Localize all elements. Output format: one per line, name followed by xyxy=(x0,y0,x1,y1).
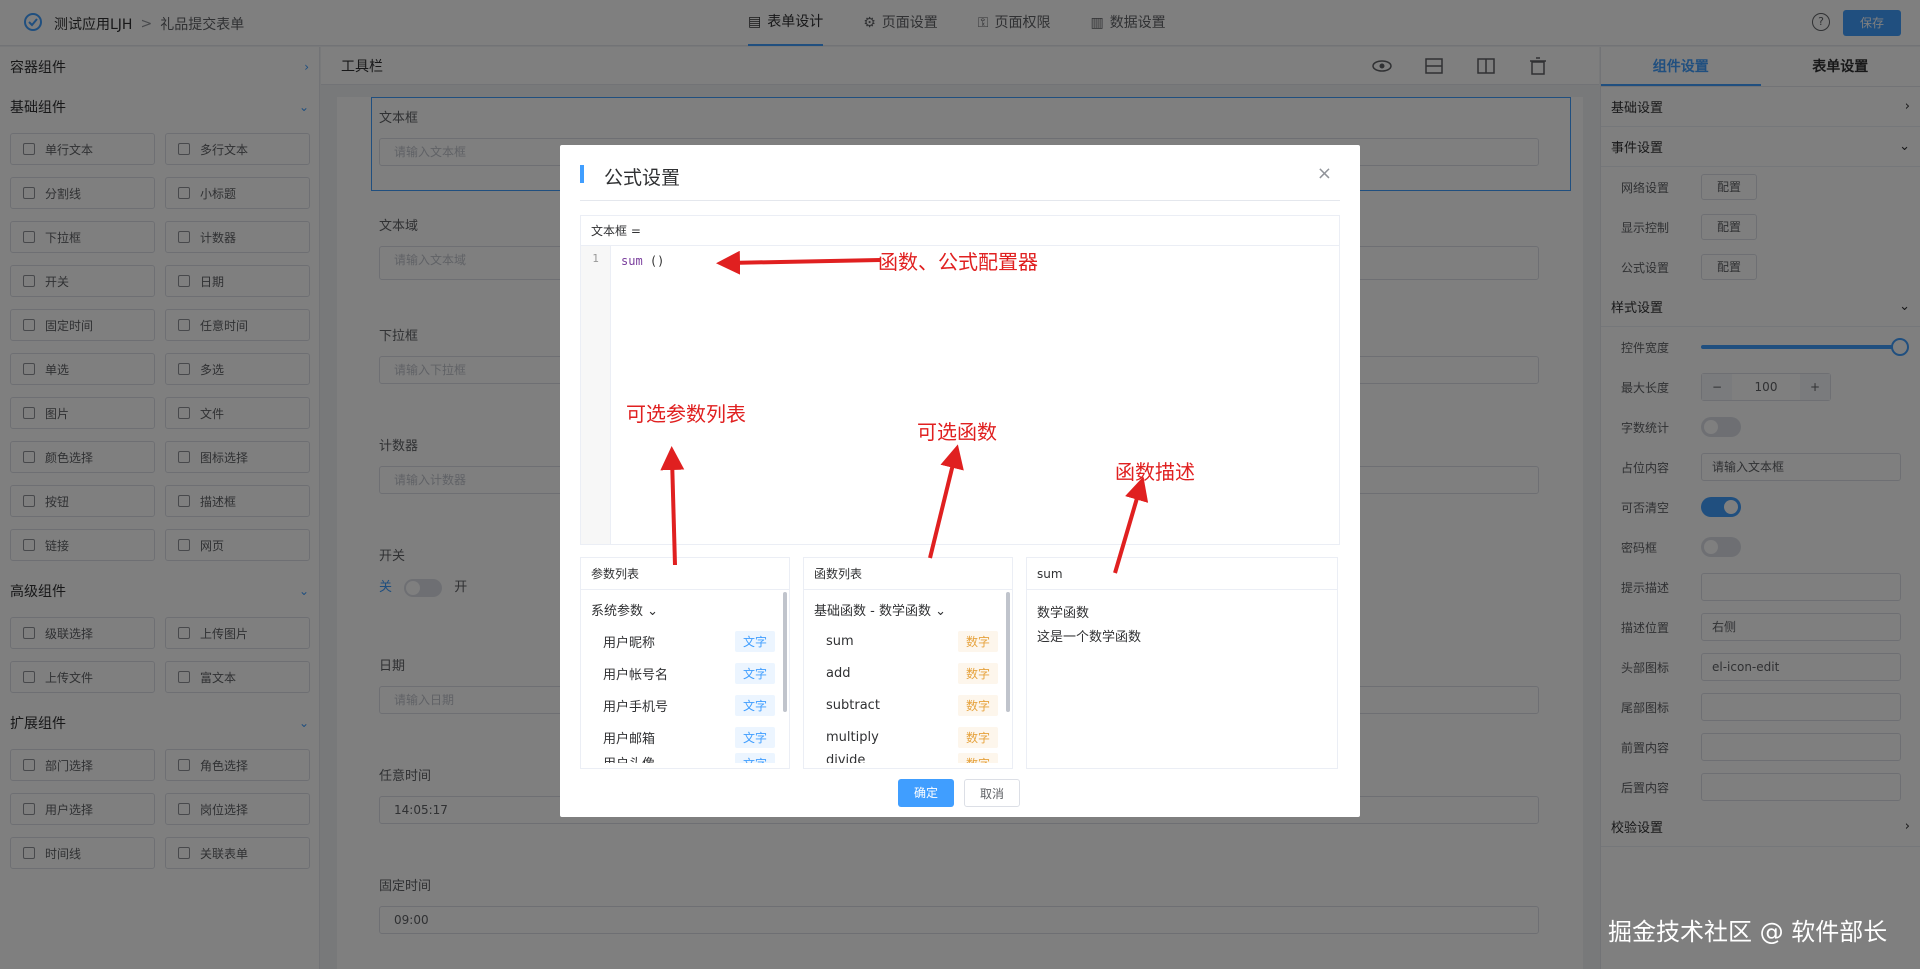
param-item[interactable]: 用户手机号 文字 xyxy=(581,689,789,721)
scrollbar[interactable] xyxy=(783,592,787,712)
param-item[interactable]: 用户邮箱 文字 xyxy=(581,721,789,753)
type-tag: 文字 xyxy=(734,694,775,716)
description-text: 这是一个数学函数 xyxy=(1037,630,1142,645)
type-tag: 数字 xyxy=(957,630,998,652)
group-label: 系统参数 xyxy=(591,604,644,619)
type-tag: 文字 xyxy=(734,753,775,763)
close-icon[interactable]: × xyxy=(1317,163,1332,184)
params-panel: 参数列表 系统参数 ⌄ 用户昵称 文字 用户帐号名 文字 用户手机号 文字 用户邮箱文… xyxy=(580,557,790,769)
panel-title: 函数列表 xyxy=(804,558,1012,590)
description-category: 数学函数 xyxy=(1037,606,1090,621)
type-tag: 数字 xyxy=(957,726,998,748)
confirm-button[interactable]: 确定 xyxy=(898,779,954,807)
panel-title: 参数列表 xyxy=(581,558,789,590)
param-item[interactable]: 用户头像 文字 xyxy=(581,753,789,763)
type-tag: 数字 xyxy=(957,662,998,684)
type-tag: 文字 xyxy=(734,726,775,748)
title-accent xyxy=(580,165,584,183)
function-item[interactable]: subtract 数字 xyxy=(804,689,1012,721)
panel-title: sum xyxy=(1027,558,1337,590)
function-name: subtract xyxy=(826,697,880,713)
param-name: 用户头像 xyxy=(603,753,655,763)
function-item[interactable]: add 数字 xyxy=(804,657,1012,689)
cancel-button[interactable]: 取消 xyxy=(964,779,1020,807)
type-tag: 数字 xyxy=(957,694,998,716)
function-item[interactable]: divide 数字 xyxy=(804,753,1012,763)
param-name: 用户昵称 xyxy=(603,635,656,651)
code-function: sum xyxy=(621,254,643,268)
annotation-editor: 函数、公式配置器 xyxy=(878,250,1038,274)
param-item[interactable]: 用户昵称 文字 xyxy=(581,625,789,657)
functions-panel: 函数列表 基础函数 - 数学函数 ⌄ sum 数字 add 数字 subtract 数… xyxy=(803,557,1013,769)
expression-target-label: 文本框 = xyxy=(580,215,1340,245)
dialog-header: 公式设置 × xyxy=(580,145,1340,201)
function-name: multiply xyxy=(826,729,879,745)
annotation-desc: 函数描述 xyxy=(1115,460,1195,484)
group-label: 基础函数 - 数学函数 xyxy=(814,604,931,619)
param-name: 用户手机号 xyxy=(603,699,669,715)
code-line[interactable]: sum () xyxy=(621,254,664,268)
description-panel: sum 数学函数 这是一个数学函数 xyxy=(1026,557,1338,769)
param-item[interactable]: 用户帐号名 文字 xyxy=(581,657,789,689)
function-description: 数学函数 这是一个数学函数 xyxy=(1027,590,1337,662)
chevron-down-icon: ⌄ xyxy=(647,604,659,619)
line-number: 1 xyxy=(581,246,611,544)
scrollbar[interactable] xyxy=(1006,592,1010,712)
function-item[interactable]: multiply 数字 xyxy=(804,721,1012,753)
annotation-funcs: 可选函数 xyxy=(917,420,997,444)
functions-group[interactable]: 基础函数 - 数学函数 ⌄ xyxy=(804,590,1012,625)
type-tag: 文字 xyxy=(734,630,775,652)
type-tag: 文字 xyxy=(734,662,775,684)
params-group[interactable]: 系统参数 ⌄ xyxy=(581,590,789,625)
annotation-params: 可选参数列表 xyxy=(626,402,746,426)
formula-code-editor[interactable]: 1 sum () xyxy=(580,245,1340,545)
function-item[interactable]: sum 数字 xyxy=(804,625,1012,657)
param-name: 用户邮箱 xyxy=(603,731,656,747)
chevron-down-icon: ⌄ xyxy=(935,604,947,619)
watermark: 掘金技术社区 @ 软件部长 xyxy=(1608,918,1888,946)
function-name: add xyxy=(826,665,851,681)
dialog-title: 公式设置 xyxy=(604,167,681,189)
code-args: () xyxy=(642,254,665,268)
param-name: 用户帐号名 xyxy=(603,667,669,683)
function-name: divide xyxy=(826,753,866,763)
type-tag: 数字 xyxy=(957,753,998,763)
function-name: sum xyxy=(826,633,854,649)
